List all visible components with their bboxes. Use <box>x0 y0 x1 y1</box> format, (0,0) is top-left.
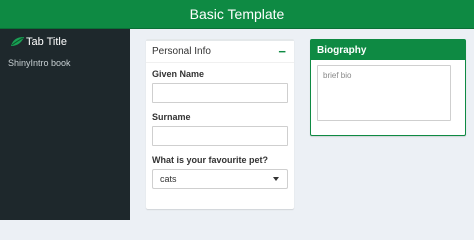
personal-info-title: Personal Info <box>152 46 211 57</box>
biography-title: Biography <box>317 44 367 56</box>
pet-label: What is your favourite pet? <box>152 155 269 165</box>
bio-textarea[interactable] <box>317 65 451 121</box>
pet-selected-value: cats <box>160 174 177 184</box>
sidebar: Tab Title ShinyIntro book <box>0 29 130 220</box>
surname-label: Surname <box>152 112 191 122</box>
personal-info-form: Given Name Surname What is your favourit… <box>146 63 294 189</box>
main-content: Personal Info − Given Name Surname What … <box>130 29 474 220</box>
pet-group: What is your favourite pet? cats <box>152 155 288 189</box>
personal-info-header: Personal Info − <box>146 41 294 63</box>
minus-icon[interactable]: − <box>278 45 286 58</box>
personal-info-box: Personal Info − Given Name Surname What … <box>146 39 294 209</box>
given-name-label: Given Name <box>152 69 205 79</box>
leaf-logo-icon <box>11 37 24 46</box>
sidebar-title: Tab Title <box>26 36 67 48</box>
biography-header: Biography <box>311 40 465 60</box>
biography-box: Biography <box>310 39 466 136</box>
app-header: Basic Template <box>0 0 474 29</box>
biography-body <box>311 60 465 126</box>
sidebar-brand: Tab Title <box>0 29 130 55</box>
sidebar-subtitle: ShinyIntro book <box>8 58 71 68</box>
pet-select[interactable]: cats <box>152 169 288 189</box>
caret-down-icon <box>273 177 279 181</box>
surname-input[interactable] <box>152 126 288 146</box>
app-title: Basic Template <box>189 6 285 22</box>
given-name-group: Given Name <box>152 69 288 103</box>
surname-group: Surname <box>152 112 288 146</box>
given-name-input[interactable] <box>152 83 288 103</box>
